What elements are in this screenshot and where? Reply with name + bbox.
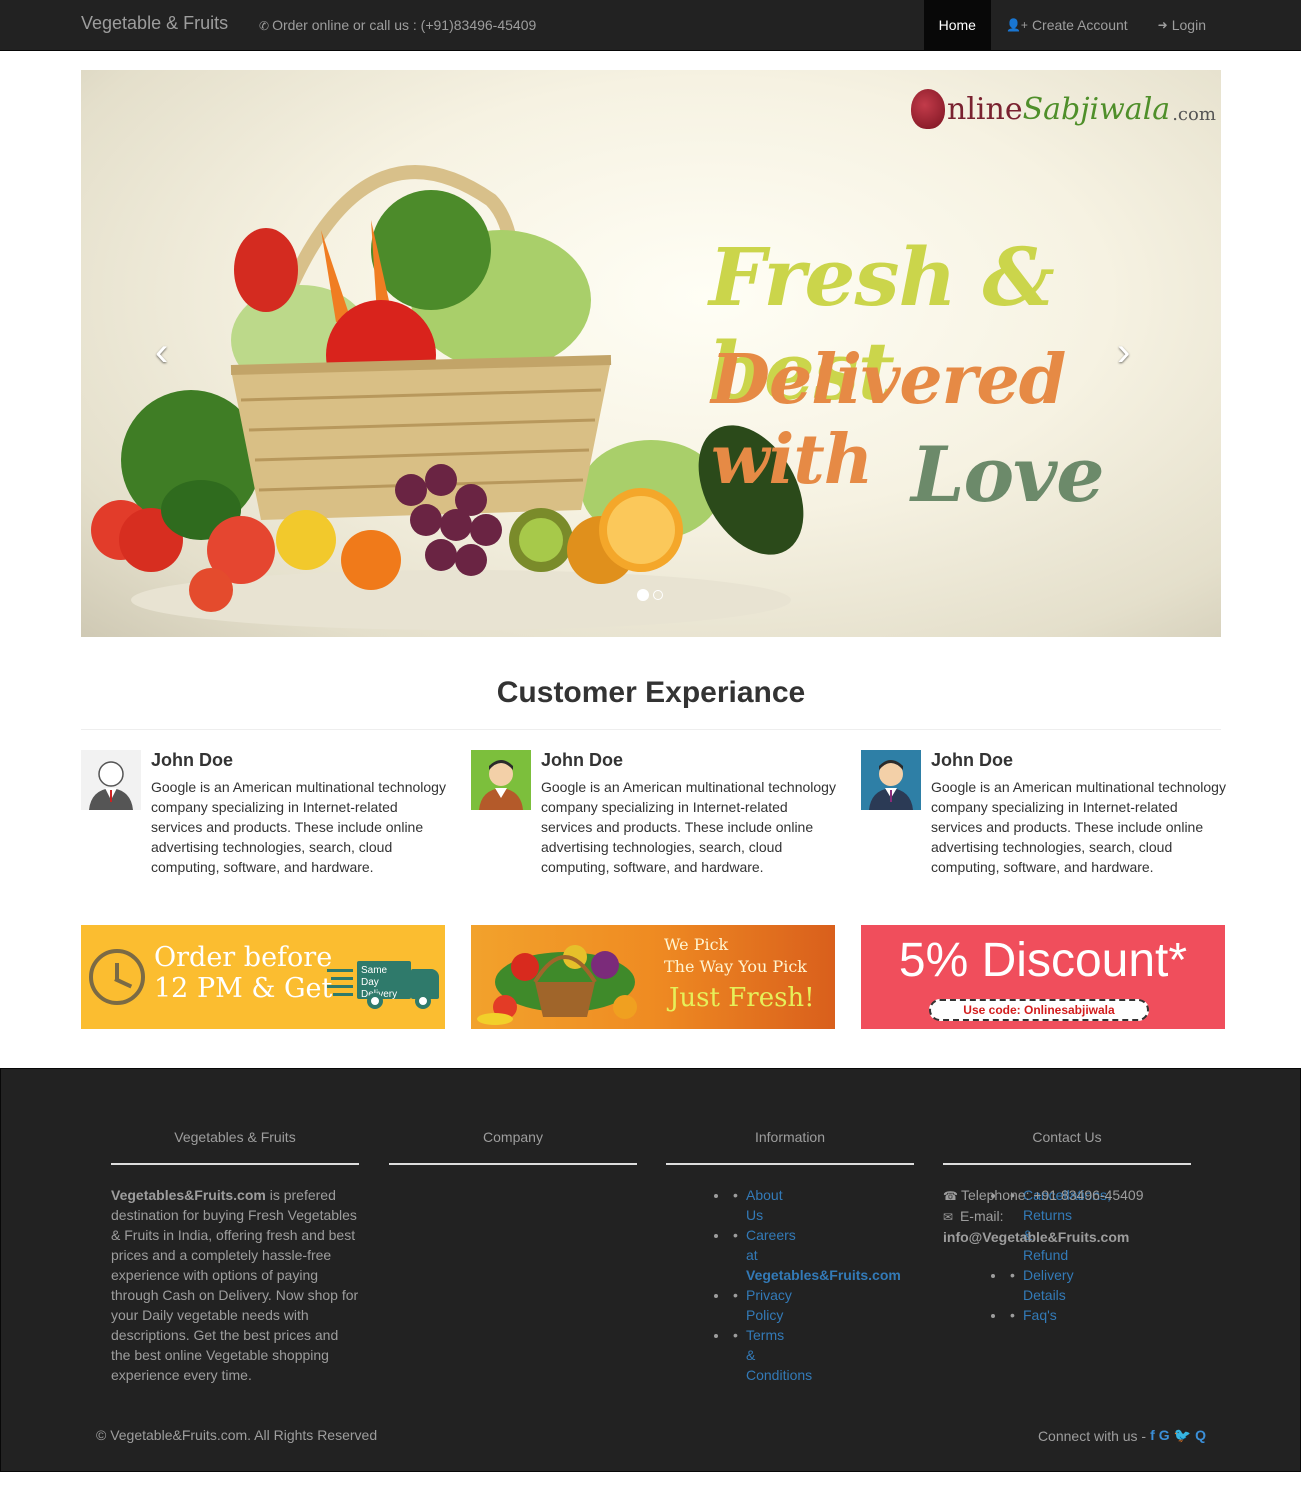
footer-delivery-details-link[interactable]: Delivery Details [1023,1267,1074,1303]
site-footer: Vegetables & Fruits Vegetables&Fruits.co… [0,1068,1301,1472]
testimonial-text: Google is an American multinational tech… [151,779,446,875]
fresh-banner-line3: Just Fresh! [669,983,815,1013]
footer-terms-link[interactable]: Terms & Conditions [746,1327,812,1383]
google-plus-icon[interactable]: G [1159,1427,1170,1444]
brand-link[interactable]: Vegetable & Fruits [81,13,228,34]
footer-telephone: ☎ Telephone: +91 83496-45409 [943,1185,1191,1206]
twitter-icon[interactable]: 🐦 [1174,1427,1191,1444]
same-day-delivery-banner[interactable]: Order before 12 PM & Get Same DayDeliver… [81,925,445,1029]
carousel-indicators [637,589,663,601]
nav-links: Home 👤+ Create Account ➜ Login [923,0,1221,50]
order-phone-info: ✆ Order online or call us : (+91)83496-45… [259,17,536,33]
hero-carousel: nline Sabjiwala .com Fresh & best Delive… [81,70,1221,637]
fresh-banner-line1: We Pick [664,935,729,954]
chevron-left-icon: ‹ [155,330,169,374]
footer-about-title: Vegetables & Fruits [111,1125,359,1165]
nav-home-label: Home [938,17,976,33]
onion-logo-icon [911,89,945,129]
footer-about-brand: Vegetables&Fruits.com [111,1187,266,1203]
facebook-icon[interactable]: f [1150,1427,1155,1444]
footer-contact-column: Contact Us ☎ Telephone: +91 83496-45409 ✉… [943,1125,1191,1247]
user-plus-icon: 👤+ [1005,18,1028,32]
order-phone-text: Order online or call us : (+91)83496-454… [272,17,537,33]
delivery-banner-line2: 12 PM & Get [154,973,333,1004]
copyright-text: © Vegetable&Fruits.com. All Rights Reser… [96,1427,378,1443]
connect-with-us: Connect with us - f G 🐦 Q [1038,1427,1206,1444]
section-divider [81,729,1221,730]
sign-in-icon: ➜ [1157,18,1168,32]
carousel-next-button[interactable]: › [1117,330,1130,375]
customer-experience-title: Customer Experiance [496,676,806,709]
nav-create-account-label: Create Account [1031,17,1128,33]
avatar [861,750,921,810]
nav-login-link[interactable]: ➜ Login [1143,0,1221,50]
discount-banner[interactable]: 5% Discount* Use code: Onlinesabjiwala [861,925,1225,1029]
carousel-indicator-1[interactable] [637,589,649,601]
footer-about-text: is prefered destination for buying Fresh… [111,1187,359,1383]
discount-code: Use code: Onlinesabjiwala [929,999,1149,1021]
carousel-prev-button[interactable]: ‹ [155,330,168,375]
onlinesabjiwala-logo: nline Sabjiwala .com [911,86,1216,132]
carousel-indicator-2[interactable] [653,590,663,600]
just-fresh-banner[interactable]: We Pick The Way You Pick Just Fresh! [471,925,835,1029]
footer-telephone-text: Telephone: +91 83496-45409 [960,1187,1144,1203]
clock-icon [89,949,145,1005]
phone-square-icon: ☎ [943,1189,958,1203]
footer-faq-link[interactable]: Faq's [1023,1307,1057,1323]
vegetable-basket-icon [477,945,637,1025]
phone-icon: ✆ [259,19,270,33]
testimonial-text: Google is an American multinational tech… [541,779,836,875]
tagline-line3: Love [911,430,1105,519]
footer-email-address[interactable]: info@Vegetable&Fruits.com [943,1227,1191,1247]
logo-text-part2: Sabjiwala [1022,91,1171,127]
chevron-right-icon: › [1117,330,1131,374]
connect-label: Connect with us - [1037,1427,1147,1444]
top-navbar: Vegetable & Fruits ✆ Order online or call… [0,0,1301,51]
user-avatar-icon [471,750,531,810]
user-avatar-icon [861,750,921,810]
logo-text-part1: nline [947,91,1023,127]
testimonial-text: Google is an American multinational tech… [931,779,1226,875]
delivery-truck-icon: Same DayDelivery [327,953,443,1009]
logo-text-part3: .com [1172,103,1216,125]
social-links: f G 🐦 Q [1150,1427,1206,1444]
footer-company-title: Company [389,1125,637,1165]
footer-contact-title: Contact Us [943,1125,1191,1165]
discount-headline: 5% Discount* [898,934,1188,987]
nav-login-label: Login [1171,17,1206,33]
avatar [471,750,531,810]
footer-information-title: Information [666,1125,914,1165]
testimonial-name: John Doe [151,750,234,770]
avatar [81,750,141,810]
footer-email-label: E-mail: [959,1208,1004,1224]
footer-information-column: Information Cancellations, Returns & Ref… [666,1125,1111,1325]
nav-home-link[interactable]: Home [923,0,991,50]
user-avatar-icon [81,750,141,810]
envelope-icon: ✉ [943,1210,954,1224]
footer-company-column: Company About Us Careers atVegetables&Fr… [389,1125,901,1385]
testimonial-name: John Doe [541,750,624,770]
footer-email: ✉ E-mail: [943,1206,1191,1227]
quora-icon[interactable]: Q [1195,1427,1206,1444]
truck-text-line1: Same Day [361,965,388,988]
fresh-banner-line2: The Way You Pick [664,957,807,976]
nav-create-account-link[interactable]: 👤+ Create Account [991,0,1143,50]
testimonial-name: John Doe [931,750,1014,770]
footer-about-column: Vegetables & Fruits Vegetables&Fruits.co… [111,1125,359,1385]
delivery-banner-line1: Order before [154,942,333,973]
